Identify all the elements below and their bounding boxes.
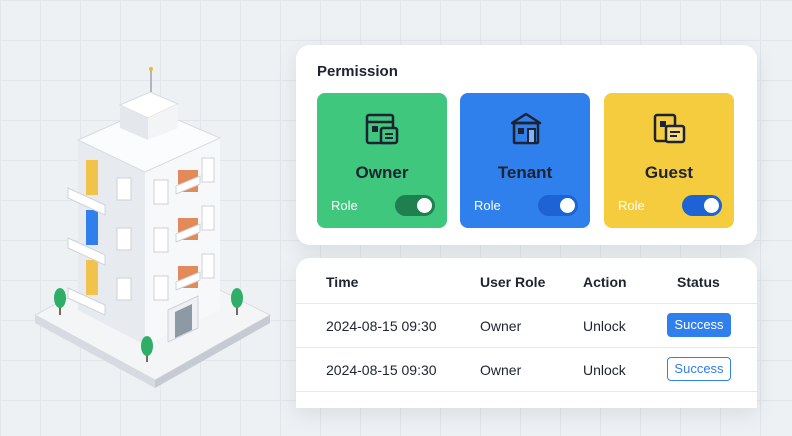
role-toggle-label-owner: Role bbox=[331, 198, 358, 213]
cell-action: Unlock bbox=[583, 362, 626, 378]
role-name-owner: Owner bbox=[355, 163, 409, 182]
table-row[interactable]: 2024-08-15 09:30 Owner Unlock Success bbox=[296, 347, 757, 392]
cell-action: Unlock bbox=[583, 318, 626, 334]
owner-building-icon bbox=[365, 113, 399, 145]
status-badge[interactable]: Success bbox=[667, 357, 731, 381]
guest-card-icon bbox=[653, 113, 686, 144]
role-toggle-guest[interactable] bbox=[682, 195, 722, 216]
header-time: Time bbox=[326, 274, 359, 290]
cell-time: 2024-08-15 09:30 bbox=[326, 318, 437, 334]
tenant-house-icon bbox=[510, 112, 542, 145]
role-toggle-owner[interactable] bbox=[395, 195, 435, 216]
toggle-knob bbox=[704, 198, 719, 213]
table-row[interactable]: 2024-08-15 09:30 Owner Unlock Success bbox=[296, 303, 757, 348]
permission-title: Permission bbox=[317, 63, 398, 80]
role-tile-owner[interactable]: Owner Role bbox=[317, 93, 447, 228]
status-badge[interactable]: Success bbox=[667, 313, 731, 337]
role-tile-tenant[interactable]: Tenant Role bbox=[460, 93, 590, 228]
header-status: Status bbox=[677, 274, 720, 290]
role-toggle-label-guest: Role bbox=[618, 198, 645, 213]
cell-user-role: Owner bbox=[480, 362, 522, 378]
apartment-building-icon bbox=[33, 67, 272, 388]
toggle-knob bbox=[417, 198, 432, 213]
role-toggle-tenant[interactable] bbox=[538, 195, 578, 216]
header-user-role: User Role bbox=[480, 274, 546, 290]
building-illustration bbox=[20, 60, 290, 390]
table-row-divider bbox=[296, 391, 757, 436]
toggle-knob bbox=[560, 198, 575, 213]
role-tile-guest[interactable]: Guest Role bbox=[604, 93, 734, 228]
permission-card: Permission Owner Role Tenant Role Guest … bbox=[296, 45, 757, 245]
access-log-table: Time User Role Action Status 2024-08-15 … bbox=[296, 258, 757, 408]
header-action: Action bbox=[583, 274, 627, 290]
role-name-guest: Guest bbox=[644, 163, 694, 182]
role-toggle-label-tenant: Role bbox=[474, 198, 501, 213]
cell-user-role: Owner bbox=[480, 318, 522, 334]
role-name-tenant: Tenant bbox=[497, 163, 553, 182]
cell-time: 2024-08-15 09:30 bbox=[326, 362, 437, 378]
